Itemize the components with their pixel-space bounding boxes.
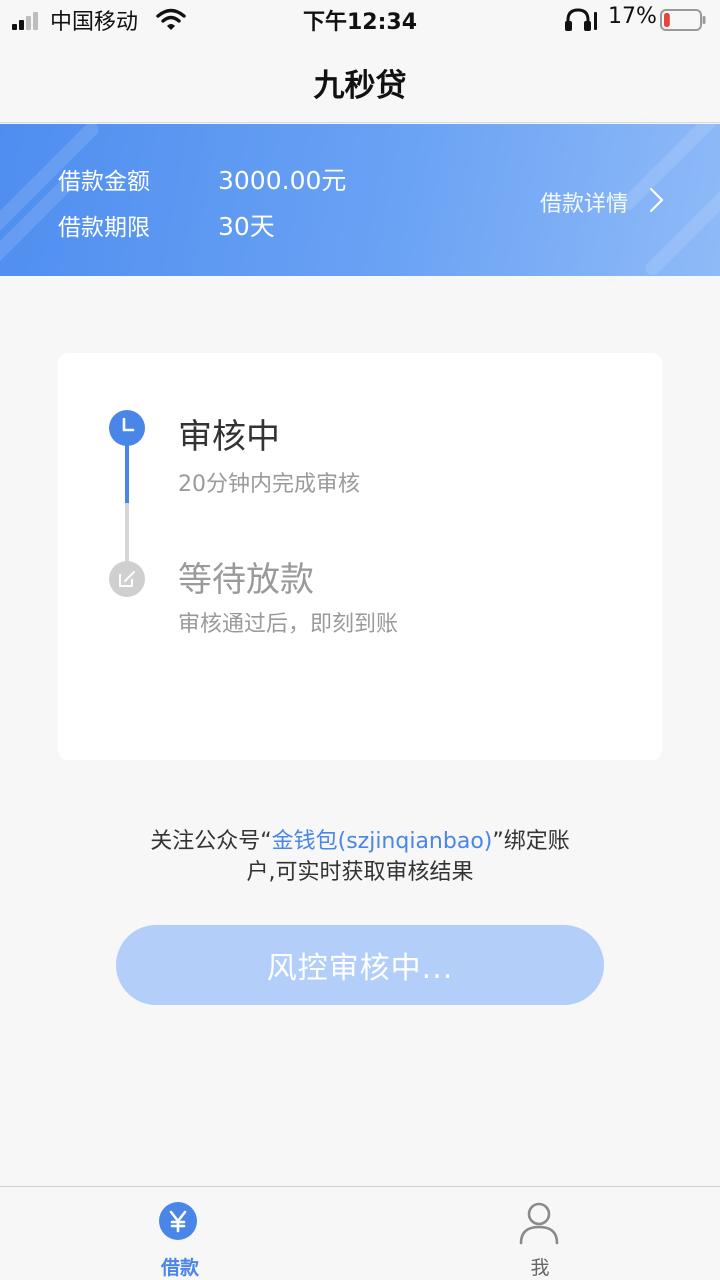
loan-detail-label: 借款详情 xyxy=(540,192,629,217)
battery-icon xyxy=(660,9,706,31)
edit-icon xyxy=(109,561,145,597)
yuan-icon xyxy=(159,1202,197,1240)
page-title: 九秒贷 xyxy=(313,68,407,104)
loan-term-label: 借款期限 xyxy=(58,215,150,241)
status-bar: 中国移动 下午12:34 17% xyxy=(0,0,720,40)
step-subtitle-awaiting: 审核通过后，即刻到账 xyxy=(178,612,399,637)
headphones-icon xyxy=(565,8,597,31)
battery-percent: 17% xyxy=(608,4,657,29)
tab-loan[interactable]: 借款 xyxy=(80,1187,280,1280)
official-account-link[interactable]: 金钱包(szjinqianbao) xyxy=(272,829,493,854)
step-subtitle-reviewing: 20分钟内完成审核 xyxy=(178,472,360,497)
step-title-reviewing: 审核中 xyxy=(178,417,280,457)
nav-bar: 九秒贷 xyxy=(0,40,720,123)
wechat-notice: 关注公众号“金钱包(szjinqianbao)”绑定账户,可实时获取审核结果 xyxy=(140,826,580,888)
review-progress-card: 审核中 20分钟内完成审核 等待放款 审核通过后，即刻到账 xyxy=(58,353,662,760)
tab-loan-label: 借款 xyxy=(160,1257,199,1279)
loan-term-value: 30天 xyxy=(218,212,275,241)
loan-detail-link[interactable]: 借款详情 xyxy=(540,186,670,217)
loan-summary-banner: 借款金额 3000.00元 借款期限 30天 借款详情 xyxy=(0,124,720,276)
chevron-right-icon xyxy=(649,187,664,213)
step-title-awaiting: 等待放款 xyxy=(178,560,314,600)
loan-amount-label: 借款金额 xyxy=(58,169,150,195)
tab-me-label: 我 xyxy=(530,1257,550,1279)
risk-review-button[interactable]: 风控审核中... xyxy=(116,925,604,1005)
progress-line-active xyxy=(125,443,129,503)
tab-me[interactable]: 我 xyxy=(440,1187,640,1280)
clock-icon xyxy=(109,410,145,446)
tab-bar: 借款 我 xyxy=(0,1186,720,1280)
loan-amount-value: 3000.00元 xyxy=(218,166,347,195)
progress-line-pending xyxy=(125,503,129,563)
notice-prefix: 关注公众号“ xyxy=(150,829,272,854)
person-icon xyxy=(519,1202,559,1245)
